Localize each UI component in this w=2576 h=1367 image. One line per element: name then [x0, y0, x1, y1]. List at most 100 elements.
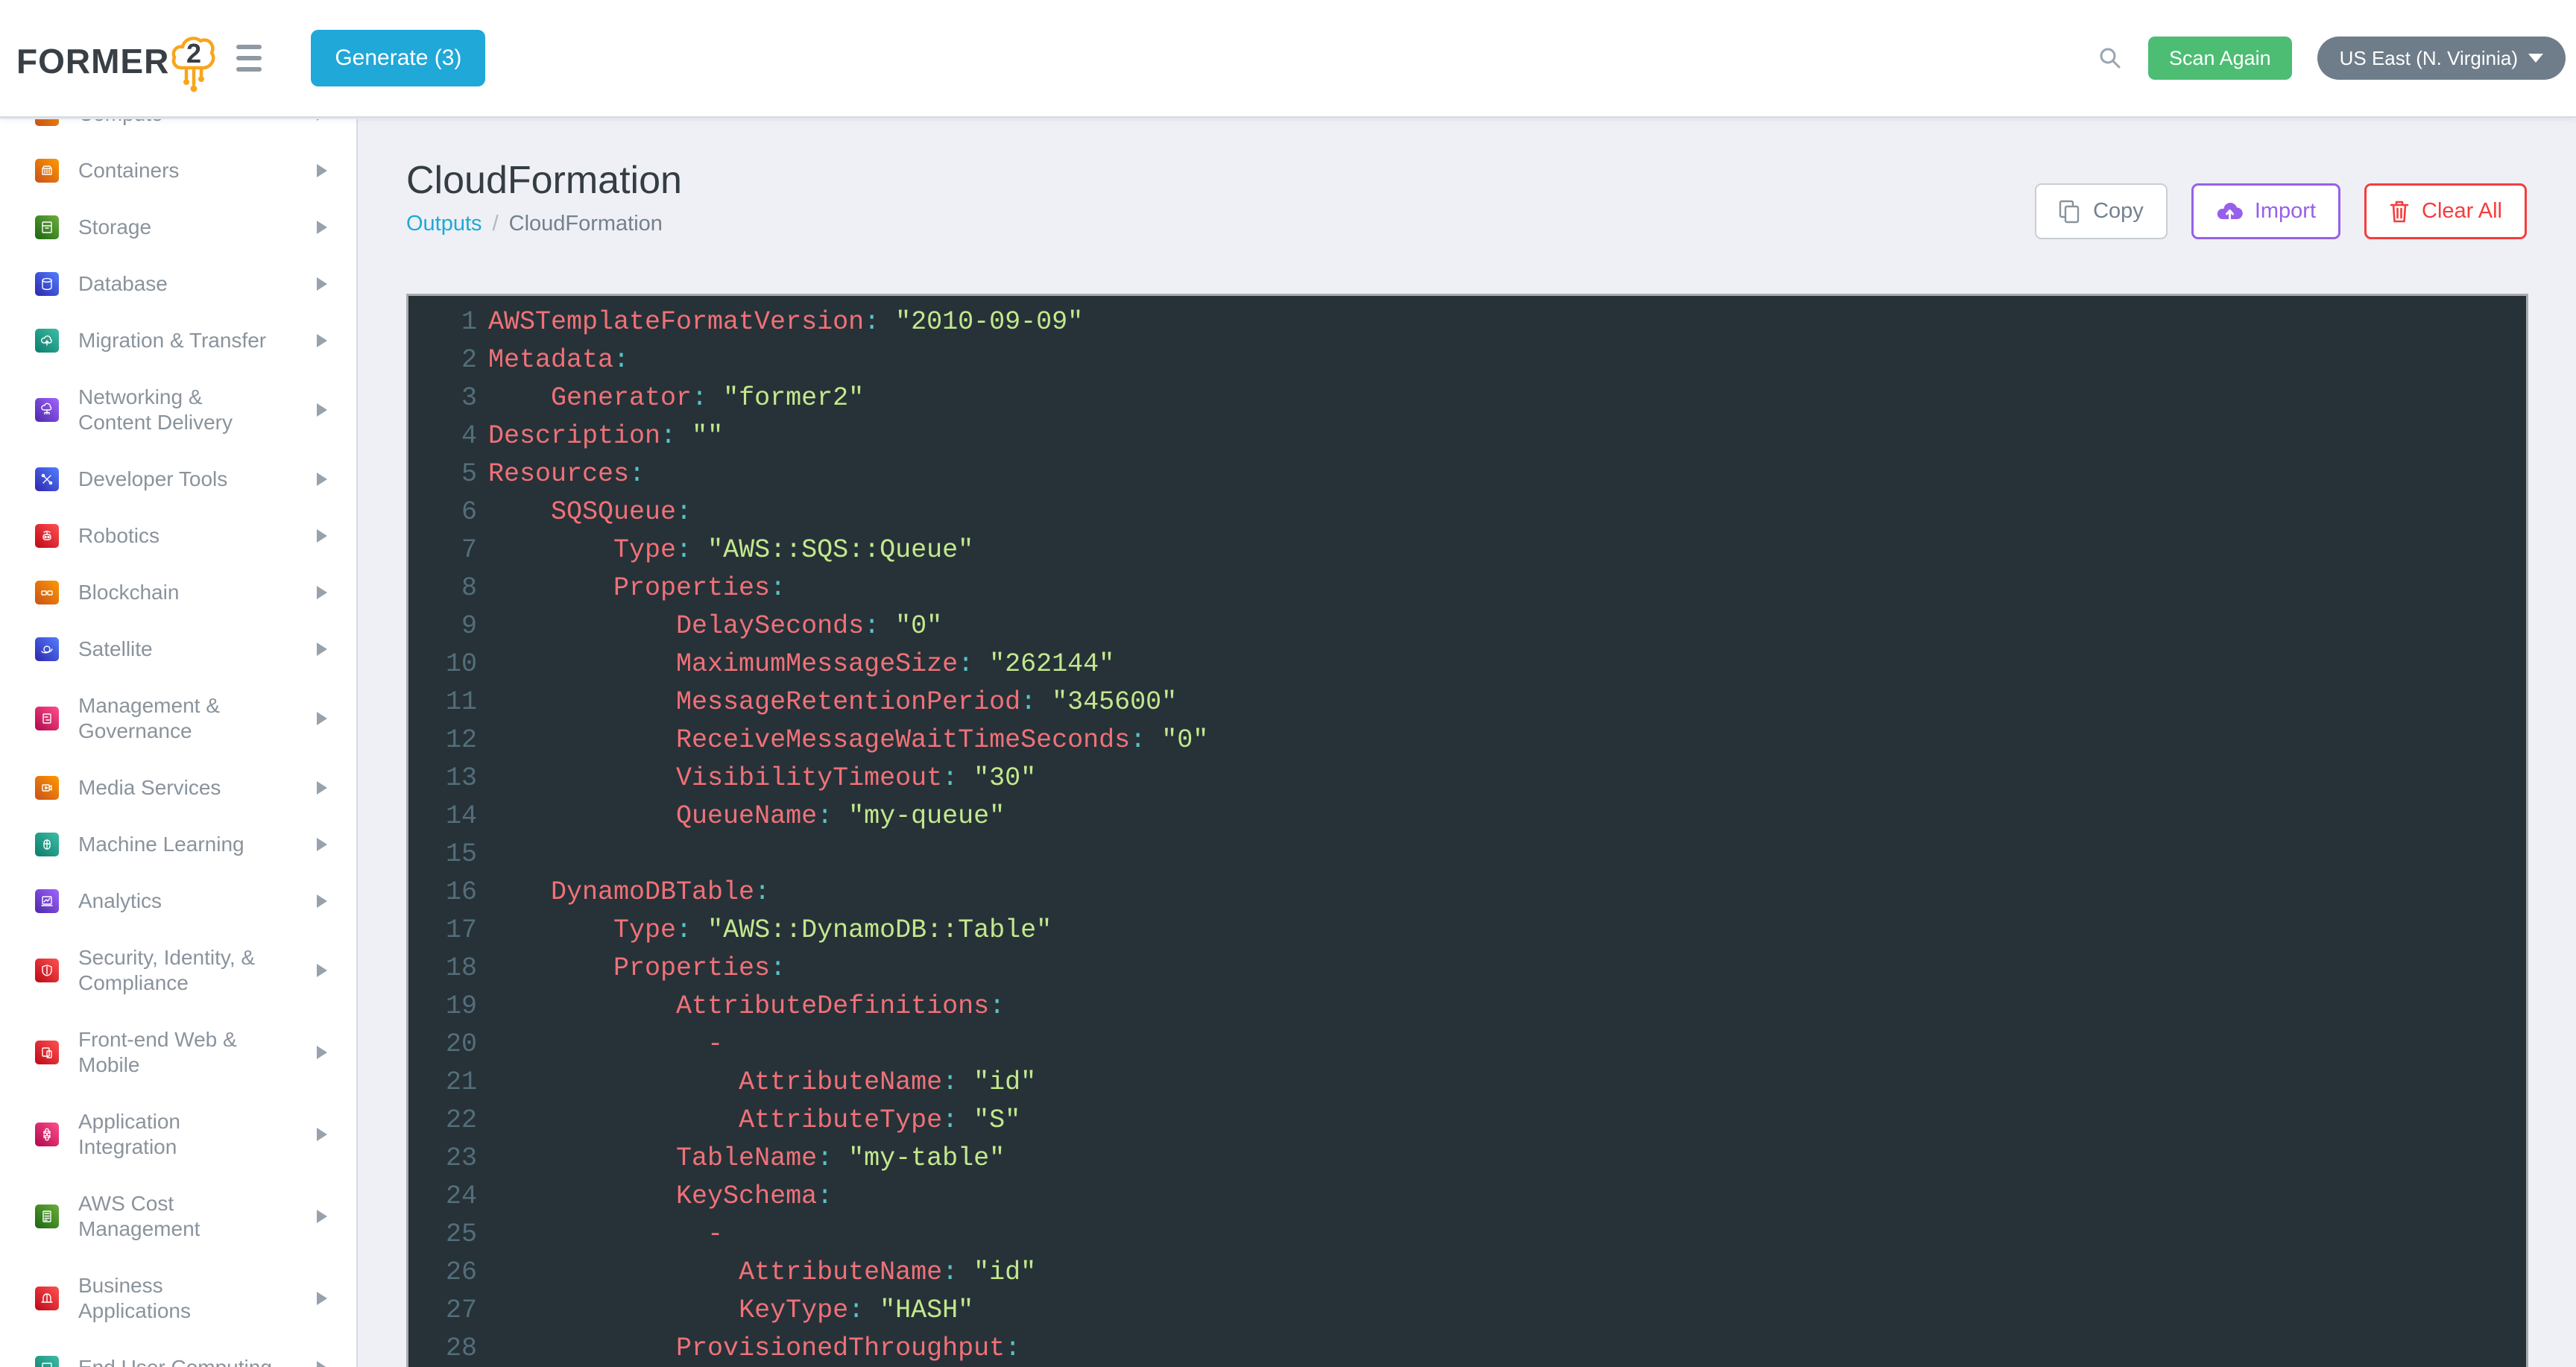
sidebar-item-label: Networking &Content Delivery [78, 385, 233, 435]
sidebar-item-developer-tools[interactable]: Developer Tools [0, 451, 356, 508]
sidebar-item-storage[interactable]: Storage [0, 199, 356, 256]
code-line: Properties: [488, 569, 1208, 607]
line-number: 12 [408, 722, 477, 760]
chevron-right-icon [317, 781, 327, 795]
sidebar-item-label: Containers [78, 158, 179, 183]
compute-icon [35, 119, 59, 126]
chevron-right-icon [317, 712, 327, 725]
sidebar-item-networking-content-delivery[interactable]: Networking &Content Delivery [0, 369, 356, 451]
caret-down-icon [2528, 54, 2543, 63]
sidebar-item-label: Blockchain [78, 580, 179, 605]
main-content: CloudFormation Outputs/CloudFormation Co… [359, 119, 2576, 1367]
code-line: Metadata: [488, 341, 1208, 379]
sidebar-item-satellite[interactable]: Satellite [0, 621, 356, 678]
sidebar-item-media-services[interactable]: Media Services [0, 760, 356, 816]
code-line: KeyType: "HASH" [488, 1292, 1208, 1330]
sidebar-item-label: End User Computing [78, 1355, 272, 1367]
region-selector[interactable]: US East (N. Virginia) [2317, 37, 2566, 80]
chevron-right-icon [317, 964, 327, 977]
code-line: AWSTemplateFormatVersion: "2010-09-09" [488, 303, 1208, 341]
chevron-right-icon [317, 586, 327, 599]
chevron-right-icon [317, 1361, 327, 1367]
chevron-right-icon [317, 473, 327, 486]
chevron-right-icon [317, 1292, 327, 1305]
line-number: 13 [408, 760, 477, 798]
trash-icon [2389, 200, 2410, 224]
security-identity-compliance-icon [35, 959, 59, 982]
sidebar-item-robotics[interactable]: Robotics [0, 508, 356, 564]
former2-logo[interactable]: FORMER 2 [16, 20, 217, 96]
code-line: AttributeName: "id" [488, 1064, 1208, 1102]
sidebar-item-migration-transfer[interactable]: Migration & Transfer [0, 312, 356, 369]
sidebar-item-front-end-web-mobile[interactable]: Front-end Web &Mobile [0, 1011, 356, 1093]
region-label: US East (N. Virginia) [2340, 47, 2518, 70]
code-line: QueueName: "my-queue" [488, 798, 1208, 836]
sidebar-item-machine-learning[interactable]: Machine Learning [0, 816, 356, 873]
code-line: Resources: [488, 455, 1208, 493]
code-editor[interactable]: 1234567891011121314151617181920212223242… [406, 294, 2528, 1367]
sidebar-item-label: Database [78, 271, 168, 297]
svg-text:2: 2 [186, 38, 201, 69]
machine-learning-icon [35, 833, 59, 856]
scan-again-button[interactable]: Scan Again [2148, 37, 2292, 80]
developer-tools-icon [35, 467, 59, 491]
code-line: DelaySeconds: "0" [488, 607, 1208, 645]
sidebar-item-end-user-computing[interactable]: End User Computing [0, 1339, 356, 1367]
satellite-icon [35, 637, 59, 661]
sidebar-item-aws-cost-management[interactable]: AWS CostManagement [0, 1175, 356, 1257]
sidebar-item-business-applications[interactable]: BusinessApplications [0, 1257, 356, 1339]
sidebar-item-label: Migration & Transfer [78, 328, 266, 353]
code-line: Type: "AWS::DynamoDB::Table" [488, 912, 1208, 950]
code-line: AttributeName: "id" [488, 1254, 1208, 1292]
sidebar-item-label: Compute [78, 119, 163, 127]
chevron-right-icon [317, 334, 327, 347]
sidebar-item-management-governance[interactable]: Management &Governance [0, 678, 356, 760]
chevron-right-icon [317, 894, 327, 908]
generate-button[interactable]: Generate (3) [311, 30, 485, 86]
sidebar-item-blockchain[interactable]: Blockchain [0, 564, 356, 621]
copy-icon [2059, 200, 2081, 224]
code-line: KeySchema: [488, 1178, 1208, 1216]
sidebar-item-application-integration[interactable]: ApplicationIntegration [0, 1093, 356, 1175]
storage-icon [35, 215, 59, 239]
robotics-icon [35, 524, 59, 548]
breadcrumb-outputs-link[interactable]: Outputs [406, 212, 482, 236]
code-line: ProvisionedThroughput: [488, 1330, 1208, 1367]
logo-cloud-icon: 2 [171, 31, 217, 96]
code-line [488, 836, 1208, 874]
line-number: 6 [408, 493, 477, 531]
search-icon[interactable] [2097, 45, 2123, 71]
sidebar-item-database[interactable]: Database [0, 256, 356, 312]
line-number: 8 [408, 569, 477, 607]
menu-toggle-icon[interactable] [236, 45, 275, 72]
chevron-right-icon [317, 119, 327, 121]
clear-all-button[interactable]: Clear All [2364, 183, 2527, 239]
front-end-web-mobile-icon [35, 1041, 59, 1064]
import-button[interactable]: Import [2191, 183, 2340, 239]
chevron-right-icon [317, 838, 327, 851]
sidebar-item-analytics[interactable]: Analytics [0, 873, 356, 929]
code-line: MessageRetentionPeriod: "345600" [488, 684, 1208, 722]
line-number: 14 [408, 798, 477, 836]
line-number: 18 [408, 950, 477, 988]
code-line: VisibilityTimeout: "30" [488, 760, 1208, 798]
line-number: 2 [408, 341, 477, 379]
sidebar-item-compute[interactable]: Compute [0, 119, 356, 142]
database-icon [35, 272, 59, 296]
sidebar-item-label: Developer Tools [78, 467, 227, 492]
line-number: 11 [408, 684, 477, 722]
sidebar-item-containers[interactable]: Containers [0, 142, 356, 199]
line-number: 26 [408, 1254, 477, 1292]
sidebar-item-label: Analytics [78, 888, 162, 914]
migration-transfer-icon [35, 329, 59, 353]
code-line: Properties: [488, 950, 1208, 988]
chevron-right-icon [317, 643, 327, 656]
sidebar-item-security-identity-compliance[interactable]: Security, Identity, &Compliance [0, 929, 356, 1011]
line-number: 16 [408, 874, 477, 912]
line-number: 19 [408, 988, 477, 1026]
sidebar-item-label: Machine Learning [78, 832, 244, 857]
sidebar-item-label: Robotics [78, 523, 160, 549]
chevron-right-icon [317, 1210, 327, 1223]
line-number: 3 [408, 379, 477, 417]
copy-button[interactable]: Copy [2035, 183, 2168, 239]
